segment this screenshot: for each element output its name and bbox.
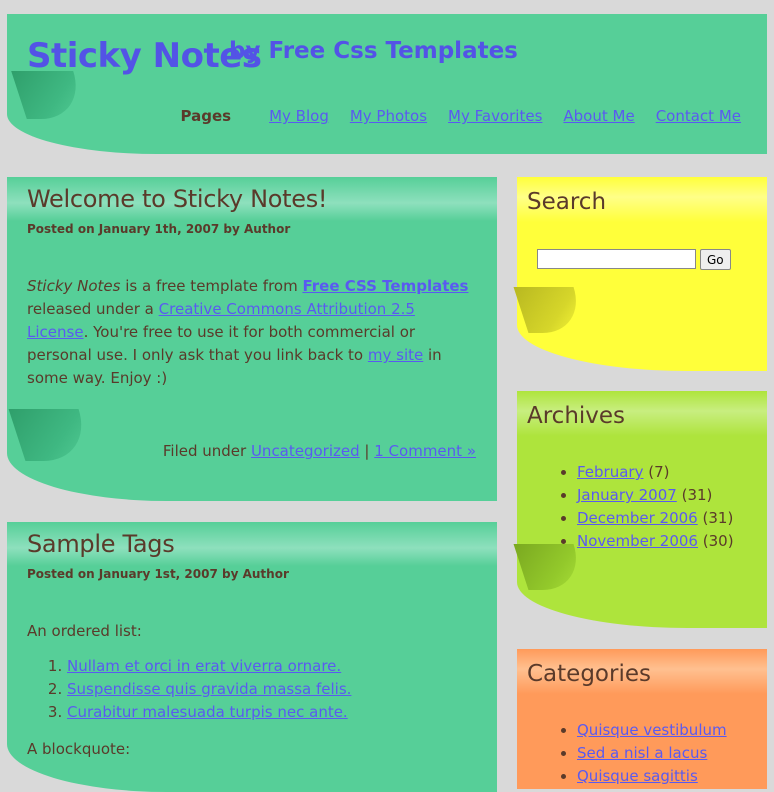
categories-title: Categories (527, 661, 651, 687)
post-body: Sticky Notes is a free template from Fre… (27, 275, 475, 390)
list-item: Sed a nisl a lacus (577, 742, 727, 765)
category-link[interactable]: Uncategorized (251, 442, 360, 460)
archives-list: February (7) January 2007 (31) December … (537, 461, 734, 553)
menu-item-my-photos[interactable]: My Photos (350, 107, 427, 125)
post-welcome: Welcome to Sticky Notes! Posted on Janua… (7, 177, 497, 501)
ordered-list-intro: An ordered list: (27, 622, 142, 640)
list-item-link[interactable]: Suspendisse quis gravida massa felis. (67, 680, 351, 698)
category-link[interactable]: Quisque sagittis (577, 767, 698, 785)
list-item: Suspendisse quis gravida massa felis. (67, 678, 475, 701)
search-title: Search (527, 189, 607, 215)
comments-link[interactable]: 1 Comment » (374, 442, 476, 460)
category-link[interactable]: Sed a nisl a lacus (577, 744, 707, 762)
list-item-link[interactable]: Nullam et orci in erat viverra ornare. (67, 657, 341, 675)
list-item: Curabitur malesuada turpis nec ante. (67, 701, 475, 724)
archive-count: (31) (702, 509, 734, 527)
post-body-text: . You're free to use it for both commerc… (27, 323, 416, 364)
menu-item-my-favorites[interactable]: My Favorites (448, 107, 542, 125)
list-item: January 2007 (31) (577, 484, 734, 507)
search-form: Go (537, 249, 731, 270)
main-menu: Pages My Blog My Photos My Favorites Abo… (181, 107, 741, 125)
post-footer: Filed under Uncategorized | 1 Comment » (163, 442, 476, 460)
search-go-button[interactable]: Go (700, 249, 731, 270)
ordered-list: Nullam et orci in erat viverra ornare. S… (27, 655, 475, 724)
list-item: December 2006 (31) (577, 507, 734, 530)
page-curl-decoration (513, 287, 589, 333)
site-logo[interactable]: Sticky Notes (27, 36, 262, 76)
archive-count: (30) (702, 532, 734, 550)
archive-count: (31) (681, 486, 713, 504)
page-curl-decoration (11, 71, 89, 119)
post-meta: Posted on January 1th, 2007 by Author (27, 222, 291, 236)
footer-separator: | (359, 442, 375, 460)
post-body: An ordered list: Nullam et orci in erat … (27, 620, 475, 761)
categories-note: Categories Quisque vestibulum Sed a nisl… (517, 649, 767, 789)
search-input[interactable] (537, 249, 696, 269)
post-title[interactable]: Sample Tags (27, 530, 175, 558)
archives-note: Archives February (7) January 2007 (31) … (513, 391, 767, 628)
list-item: November 2006 (30) (577, 530, 734, 553)
menu-item-my-blog[interactable]: My Blog (269, 107, 329, 125)
post-body-emphasis: Sticky Notes (27, 277, 121, 295)
list-item: February (7) (577, 461, 734, 484)
page-curl-decoration (8, 409, 96, 461)
archive-link[interactable]: November 2006 (577, 532, 698, 550)
post-title[interactable]: Welcome to Sticky Notes! (27, 185, 328, 213)
archive-link[interactable]: December 2006 (577, 509, 698, 527)
post-body-text: is a free template from (120, 277, 303, 295)
archive-count: (7) (648, 463, 670, 481)
blockquote-intro: A blockquote: (27, 740, 131, 758)
post-sample-tags: Sample Tags Posted on January 1st, 2007 … (7, 522, 497, 792)
post-meta: Posted on January 1st, 2007 by Author (27, 567, 289, 581)
menu-item-about-me[interactable]: About Me (563, 107, 634, 125)
list-item: Quisque vestibulum (577, 719, 727, 742)
list-item: Nullam et orci in erat viverra ornare. (67, 655, 475, 678)
menu-item-contact-me[interactable]: Contact Me (656, 107, 741, 125)
category-link[interactable]: Quisque vestibulum (577, 721, 727, 739)
menu-pages-label: Pages (180, 107, 232, 125)
archive-link[interactable]: February (577, 463, 643, 481)
header-note: Sticky Notes by Free Css Templates Pages… (7, 14, 767, 154)
filed-under-label: Filed under (162, 442, 251, 460)
post-body-text: released under a (27, 300, 159, 318)
archive-link[interactable]: January 2007 (577, 486, 677, 504)
list-item-link[interactable]: Curabitur malesuada turpis nec ante. (67, 703, 348, 721)
archives-title: Archives (527, 403, 626, 429)
my-site-link[interactable]: my site (368, 346, 423, 364)
site-tagline: by Free Css Templates (229, 38, 518, 64)
free-css-templates-link[interactable]: Free CSS Templates (302, 277, 468, 295)
categories-list: Quisque vestibulum Sed a nisl a lacus Qu… (537, 719, 727, 788)
search-note: Search Go (513, 177, 767, 371)
